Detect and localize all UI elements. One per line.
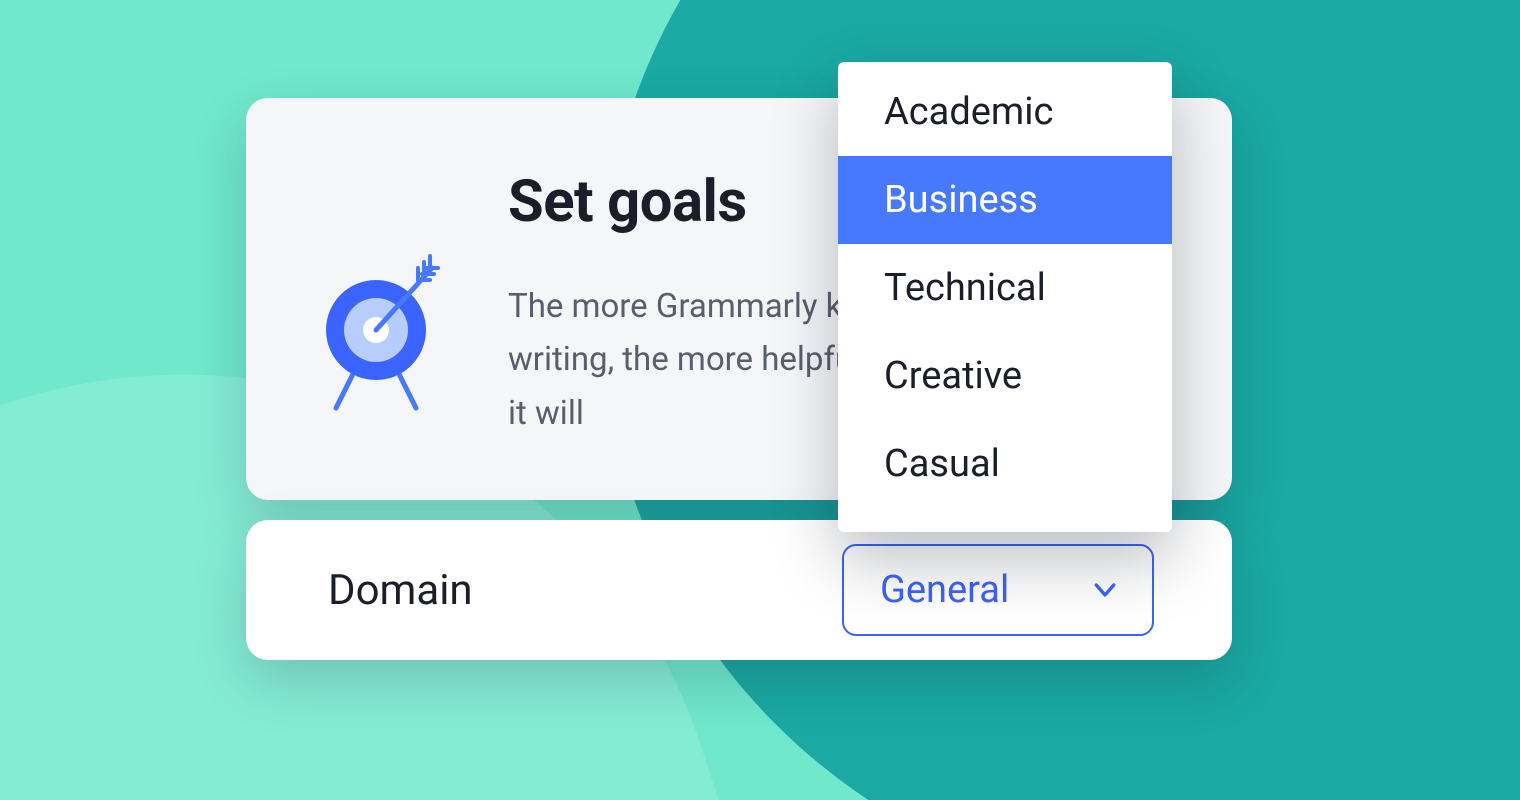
domain-dropdown: Academic Business Technical Creative Cas… [838, 62, 1172, 532]
domain-label: Domain [328, 566, 473, 615]
dropdown-option-casual[interactable]: Casual [838, 420, 1172, 508]
dropdown-option-technical[interactable]: Technical [838, 244, 1172, 332]
domain-select[interactable]: General [842, 544, 1154, 636]
dropdown-option-academic[interactable]: Academic [838, 68, 1172, 156]
chevron-down-icon [1090, 575, 1120, 605]
domain-select-value: General [880, 568, 1009, 612]
target-arrow-icon [306, 250, 446, 424]
dropdown-option-business[interactable]: Business [838, 156, 1172, 244]
domain-card: Domain General [246, 520, 1232, 660]
dropdown-option-creative[interactable]: Creative [838, 332, 1172, 420]
